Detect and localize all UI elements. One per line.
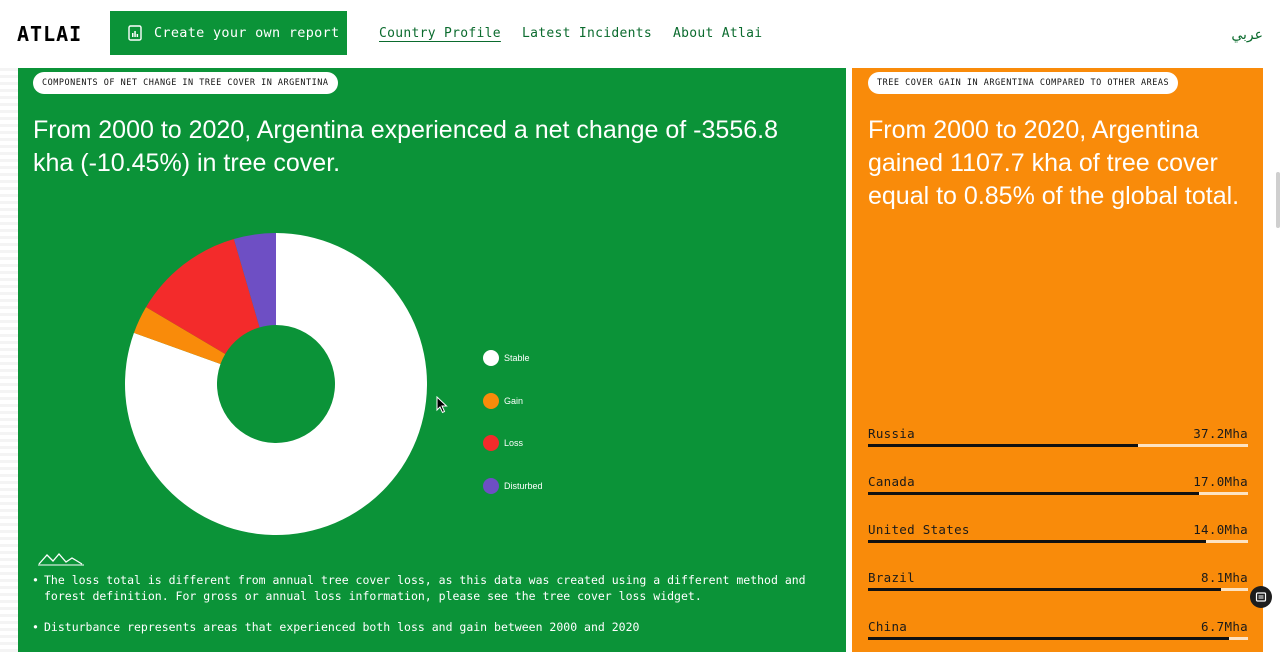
create-report-label: Create your own report: [154, 25, 340, 41]
decorative-edge: [0, 68, 18, 652]
ranking-bar-fill: [868, 492, 1199, 495]
country-value: 6.7Mha: [1201, 619, 1248, 634]
atlai-logo[interactable]: ATLAI: [17, 22, 82, 46]
legend-item-loss[interactable]: Loss: [483, 435, 523, 451]
net-change-headline: From 2000 to 2020, Argentina experienced…: [33, 116, 778, 177]
language-switch[interactable]: عربي: [1231, 26, 1263, 43]
tree-cover-gain-tag: TREE COVER GAIN IN ARGENTINA COMPARED TO…: [868, 72, 1179, 94]
tree-cover-gain-headline: From 2000 to 2020, Argentina gained 1107…: [868, 116, 1240, 210]
country-value: 8.1Mha: [1201, 570, 1248, 585]
top-navbar: ATLAI Create your own report Country Pro…: [0, 0, 1280, 68]
legend-swatch: [483, 350, 499, 366]
legend-label: Disturbed: [504, 480, 543, 491]
legend-label: Gain: [504, 395, 524, 406]
net-change-tag: COMPONENTS OF NET CHANGE IN TREE COVER I…: [33, 72, 338, 94]
ranking-row: Canada 17.0Mha: [868, 474, 1248, 495]
ranking-bar-track: [868, 492, 1248, 495]
legend-swatch: [483, 392, 499, 409]
net-change-donut-chart: [125, 233, 427, 535]
country-name: Brazil: [868, 570, 915, 585]
legend-swatch: [483, 477, 499, 494]
country-name: China: [868, 619, 908, 634]
net-change-card: COMPONENTS OF NET CHANGE IN TREE COVER I…: [18, 68, 846, 652]
mouse-cursor-icon: [436, 396, 448, 414]
ranking-bar-fill: [868, 444, 1138, 447]
ranking-bar-track: [868, 444, 1248, 447]
tree-cover-gain-card: TREE COVER GAIN IN ARGENTINA COMPARED TO…: [852, 68, 1263, 652]
report-icon: [128, 25, 142, 41]
nav-about-atlai[interactable]: About Atlai: [673, 26, 762, 41]
ranking-row: Brazil 8.1Mha: [868, 570, 1248, 591]
legend-item-disturbed[interactable]: Disturbed: [483, 477, 543, 494]
chart-notes: The loss total is different from annual …: [32, 573, 822, 652]
nav-latest-incidents[interactable]: Latest Incidents: [522, 26, 652, 41]
ranking-bar-fill: [868, 540, 1207, 543]
legend-item-stable[interactable]: Stable: [483, 350, 530, 366]
country-name: Russia: [868, 426, 915, 441]
floating-action-button[interactable]: [1250, 586, 1272, 608]
ranking-bar-track: [868, 637, 1248, 640]
country-name: Canada: [868, 474, 915, 489]
legend-swatch: [483, 435, 499, 451]
legend-label: Loss: [504, 438, 524, 448]
screenshot-icon: [1255, 592, 1267, 602]
note-item: Disturbance represents areas that experi…: [32, 620, 822, 636]
ranking-row: United States 14.0Mha: [868, 522, 1248, 543]
ranking-row: China 6.7Mha: [868, 619, 1248, 640]
ranking-bar-fill: [868, 588, 1222, 591]
create-report-button[interactable]: Create your own report: [110, 11, 347, 55]
country-value: 17.0Mha: [1193, 474, 1248, 489]
country-value: 14.0Mha: [1193, 522, 1248, 537]
ranking-row: Russia 37.2Mha: [868, 426, 1248, 447]
legend-label: Stable: [504, 353, 530, 363]
nav-country-profile[interactable]: Country Profile: [379, 26, 501, 41]
ranking-bar-track: [868, 588, 1248, 591]
note-item: The loss total is different from annual …: [32, 573, 822, 604]
ranking-bar-fill: [868, 637, 1229, 640]
legend-item-gain[interactable]: Gain: [483, 392, 524, 409]
country-value: 37.2Mha: [1193, 426, 1248, 441]
country-name: United States: [868, 522, 970, 537]
atlai-mini-logo: [38, 553, 84, 566]
page-right-gutter: [1263, 68, 1280, 652]
ranking-bar-track: [868, 540, 1248, 543]
scrollbar-thumb[interactable]: [1276, 172, 1280, 228]
